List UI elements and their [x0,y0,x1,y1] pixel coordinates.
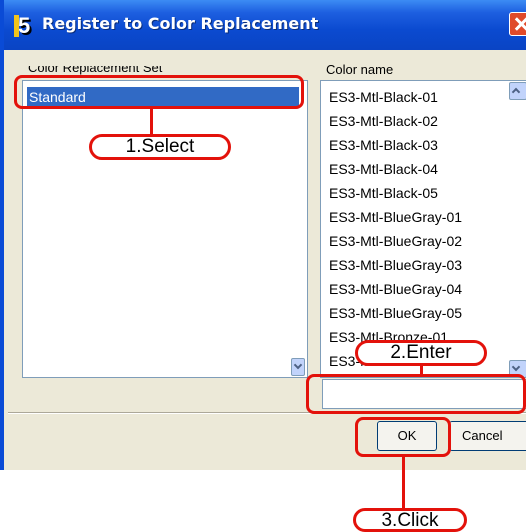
color-name-item[interactable]: ES3-Mtl-Black-04 [329,161,438,177]
color-set-list[interactable]: Standard [22,80,308,378]
color-name-item[interactable]: ES3-Mtl-Black-01 [329,89,438,105]
window-title: Register to Color Replacement [42,14,319,33]
color-name-item[interactable]: ES3-Mtl-Black-03 [329,137,438,153]
color-name-item[interactable]: ES3-Mtl-BlueGray-04 [329,281,462,297]
close-button[interactable] [509,12,526,36]
color-name-label: Color name [326,62,394,77]
color-set-scroll-down-icon[interactable] [291,358,305,376]
ok-callout-box [355,417,451,457]
color-set-label: Color Replacement Set [28,60,163,75]
app-logo-icon: 5 [14,15,38,37]
color-name-item[interactable]: ES3-Mtl-BlueGray-05 [329,305,462,321]
enter-callout-box [306,374,526,414]
cancel-button-label: Cancel [462,428,503,443]
step1-select-label: 1.Select [89,134,231,160]
cancel-button[interactable]: Cancel [449,421,526,451]
color-name-item[interactable]: ES3-Mtl-Black-05 [329,185,438,201]
color-name-item[interactable]: ES3-Mtl-BlueGray-02 [329,233,462,249]
title-bar[interactable]: 5 Register to Color Replacement [4,0,526,50]
step2-enter-label: 2.Enter [355,340,487,366]
color-name-list[interactable]: ES3-Mtl-Black-01 ES3-Mtl-Black-02 ES3-Mtl-… [320,80,526,378]
color-name-scroll-up-icon[interactable] [509,82,526,100]
step3-click-label: 3.Click [353,508,467,532]
select-callout-line [150,108,153,136]
color-name-item[interactable]: ES3-Mtl-Black-02 [329,113,438,129]
select-callout-box [14,75,304,109]
color-name-item[interactable]: ES3-Mtl-BlueGray-01 [329,209,462,225]
ok-callout-line [402,456,405,510]
color-name-item[interactable]: ES3-Mtl-BlueGray-03 [329,257,462,273]
